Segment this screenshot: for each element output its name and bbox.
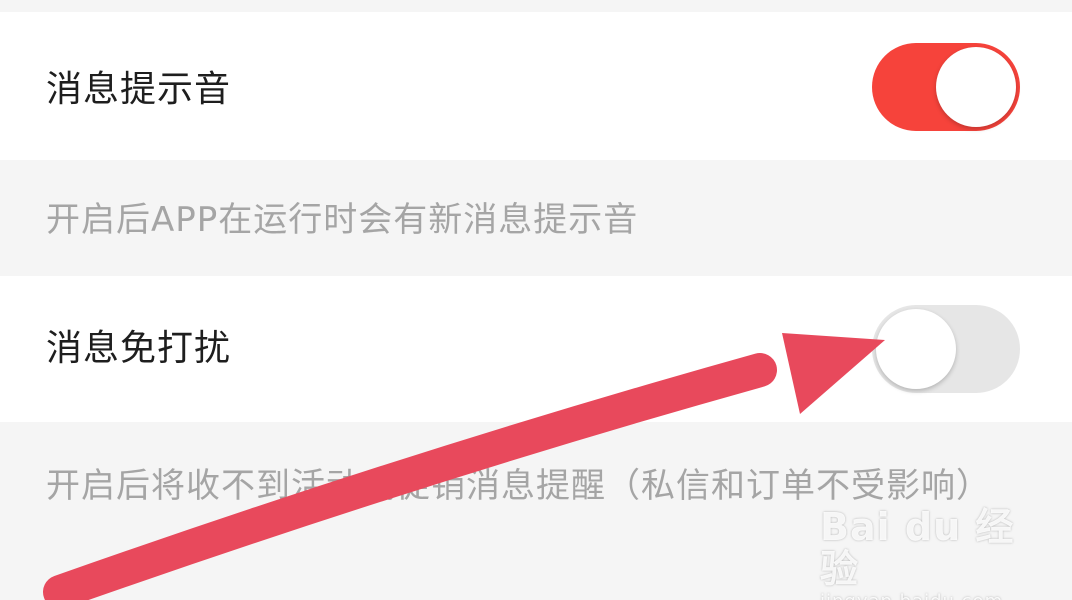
message-sound-row: 消息提示音 [0,12,1072,160]
message-sound-label: 消息提示音 [46,69,232,110]
toggle-knob [876,309,956,389]
message-sound-description: 开启后APP在运行时会有新消息提示音 [46,200,639,240]
do-not-disturb-label: 消息免打扰 [46,328,232,369]
watermark-url: jingyan.baidu.com [820,590,1020,600]
watermark-logo: Bai du 经验 [820,505,1015,591]
settings-screen: 消息提示音 开启后APP在运行时会有新消息提示音 消息免打扰 开启后将收不到活动… [0,0,1072,600]
baidu-jingyan-watermark: Bai du 经验 jingyan.baidu.com [820,506,1020,600]
message-sound-toggle[interactable] [872,43,1020,131]
toggle-knob [936,47,1016,127]
do-not-disturb-row: 消息免打扰 [0,276,1072,422]
do-not-disturb-description: 开启后将收不到活动或促销消息提醒（私信和订单不受影响） [46,466,991,506]
do-not-disturb-toggle[interactable] [872,305,1020,393]
